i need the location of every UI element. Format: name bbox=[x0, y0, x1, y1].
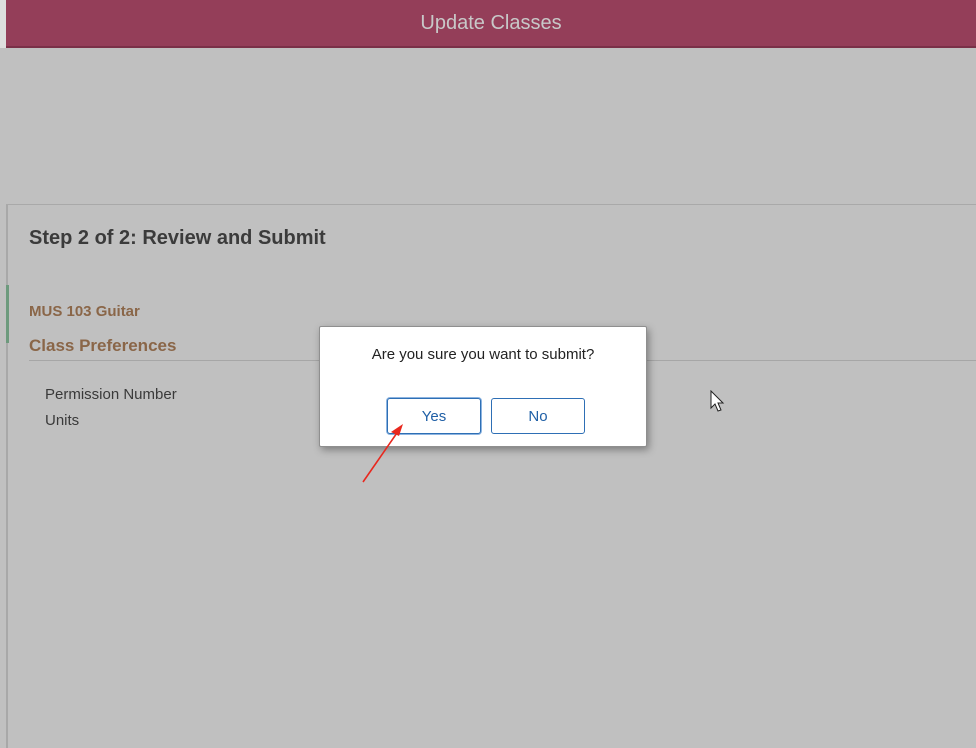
page-title: Update Classes bbox=[420, 12, 562, 34]
class-name: MUS 103 Guitar bbox=[29, 303, 140, 320]
step-title: Step 2 of 2: Review and Submit bbox=[29, 227, 326, 249]
left-rail-accent bbox=[6, 285, 9, 343]
banner-area bbox=[6, 48, 976, 205]
red-arrow-annotation-icon bbox=[362, 424, 403, 483]
section-title-class-preferences: Class Preferences bbox=[29, 336, 177, 355]
field-label-permission-number: Permission Number bbox=[45, 386, 177, 403]
mouse-pointer-icon bbox=[710, 390, 725, 412]
field-label-units: Units bbox=[45, 412, 80, 429]
dialog-message: Are you sure you want to submit? bbox=[371, 346, 595, 363]
page-header: Update Classes bbox=[6, 0, 976, 48]
title-bar: Update Classes bbox=[0, 0, 976, 48]
no-button[interactable]: No bbox=[491, 398, 585, 434]
